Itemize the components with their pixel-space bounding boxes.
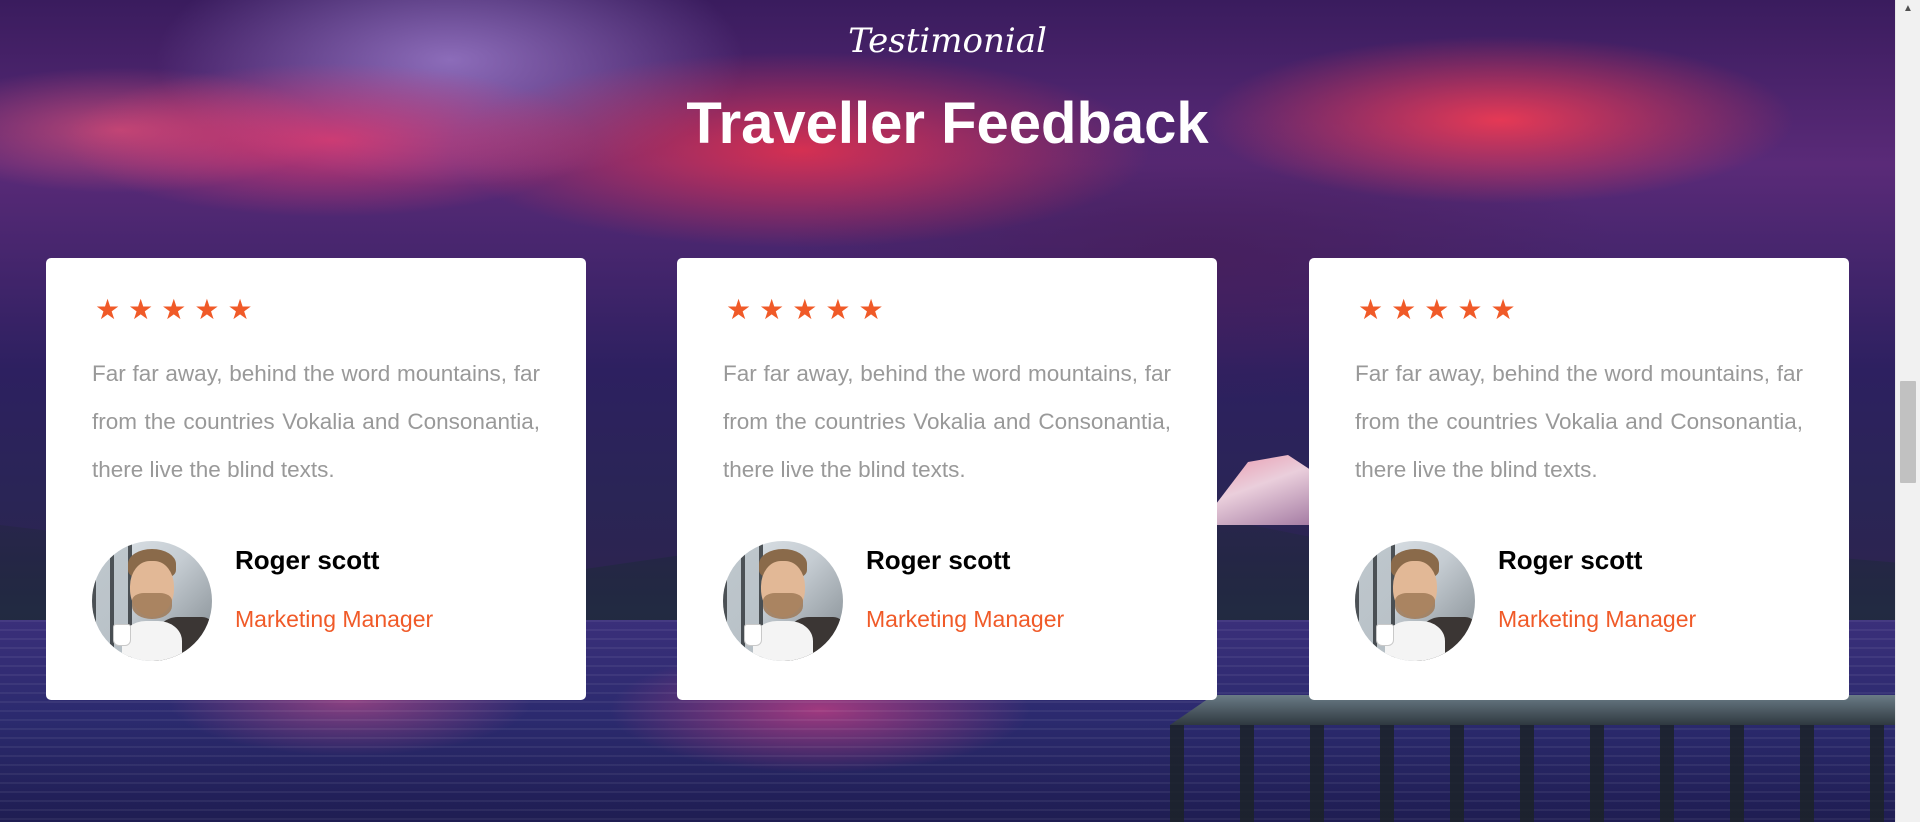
star-icon: ★ (128, 294, 154, 325)
star-icon: ★ (95, 294, 121, 325)
star-rating: ★ ★ ★ ★ ★ (92, 294, 540, 326)
star-icon: ★ (1490, 294, 1516, 325)
star-icon: ★ (825, 294, 851, 325)
star-icon: ★ (726, 294, 752, 325)
testimonial-quote: Far far away, behind the word mountains,… (92, 361, 540, 482)
star-icon: ★ (1391, 294, 1417, 325)
testimonial-card: ★ ★ ★ ★ ★ Far far away, behind the word … (677, 258, 1217, 700)
star-icon: ★ (858, 294, 884, 325)
scroll-up-icon[interactable]: ▲ (1896, 0, 1920, 18)
author-name: Roger scott (1498, 545, 1643, 575)
star-icon: ★ (759, 294, 785, 325)
scroll-thumb[interactable] (1900, 381, 1916, 483)
avatar (1355, 541, 1475, 661)
star-icon: ★ (1457, 294, 1483, 325)
star-icon: ★ (1358, 294, 1384, 325)
testimonial-card: ★ ★ ★ ★ ★ Far far away, behind the word … (46, 258, 586, 700)
testimonial-author: Roger scott Marketing Manager (1355, 541, 1696, 661)
author-name: Roger scott (866, 545, 1011, 575)
star-rating: ★ ★ ★ ★ ★ (723, 294, 1171, 326)
avatar (723, 541, 843, 661)
star-icon: ★ (1424, 294, 1450, 325)
testimonial-quote: Far far away, behind the word mountains,… (723, 361, 1171, 482)
testimonial-card: ★ ★ ★ ★ ★ Far far away, behind the word … (1309, 258, 1849, 700)
star-icon: ★ (194, 294, 220, 325)
star-icon: ★ (792, 294, 818, 325)
avatar (92, 541, 212, 661)
author-position: Marketing Manager (235, 606, 434, 632)
testimonial-author: Roger scott Marketing Manager (723, 541, 1064, 661)
star-rating: ★ ★ ★ ★ ★ (1355, 294, 1803, 326)
author-position: Marketing Manager (866, 606, 1065, 632)
star-icon: ★ (227, 294, 253, 325)
author-position: Marketing Manager (1498, 606, 1697, 632)
vertical-scrollbar[interactable]: ▲ (1895, 0, 1920, 822)
section-subheading: Testimonial (848, 21, 1047, 61)
testimonial-author: Roger scott Marketing Manager (92, 541, 433, 661)
testimonial-quote: Far far away, behind the word mountains,… (1355, 361, 1803, 482)
star-icon: ★ (161, 294, 187, 325)
author-name: Roger scott (235, 545, 380, 575)
section-heading: Traveller Feedback (686, 91, 1209, 156)
pier-posts (1170, 725, 1895, 822)
